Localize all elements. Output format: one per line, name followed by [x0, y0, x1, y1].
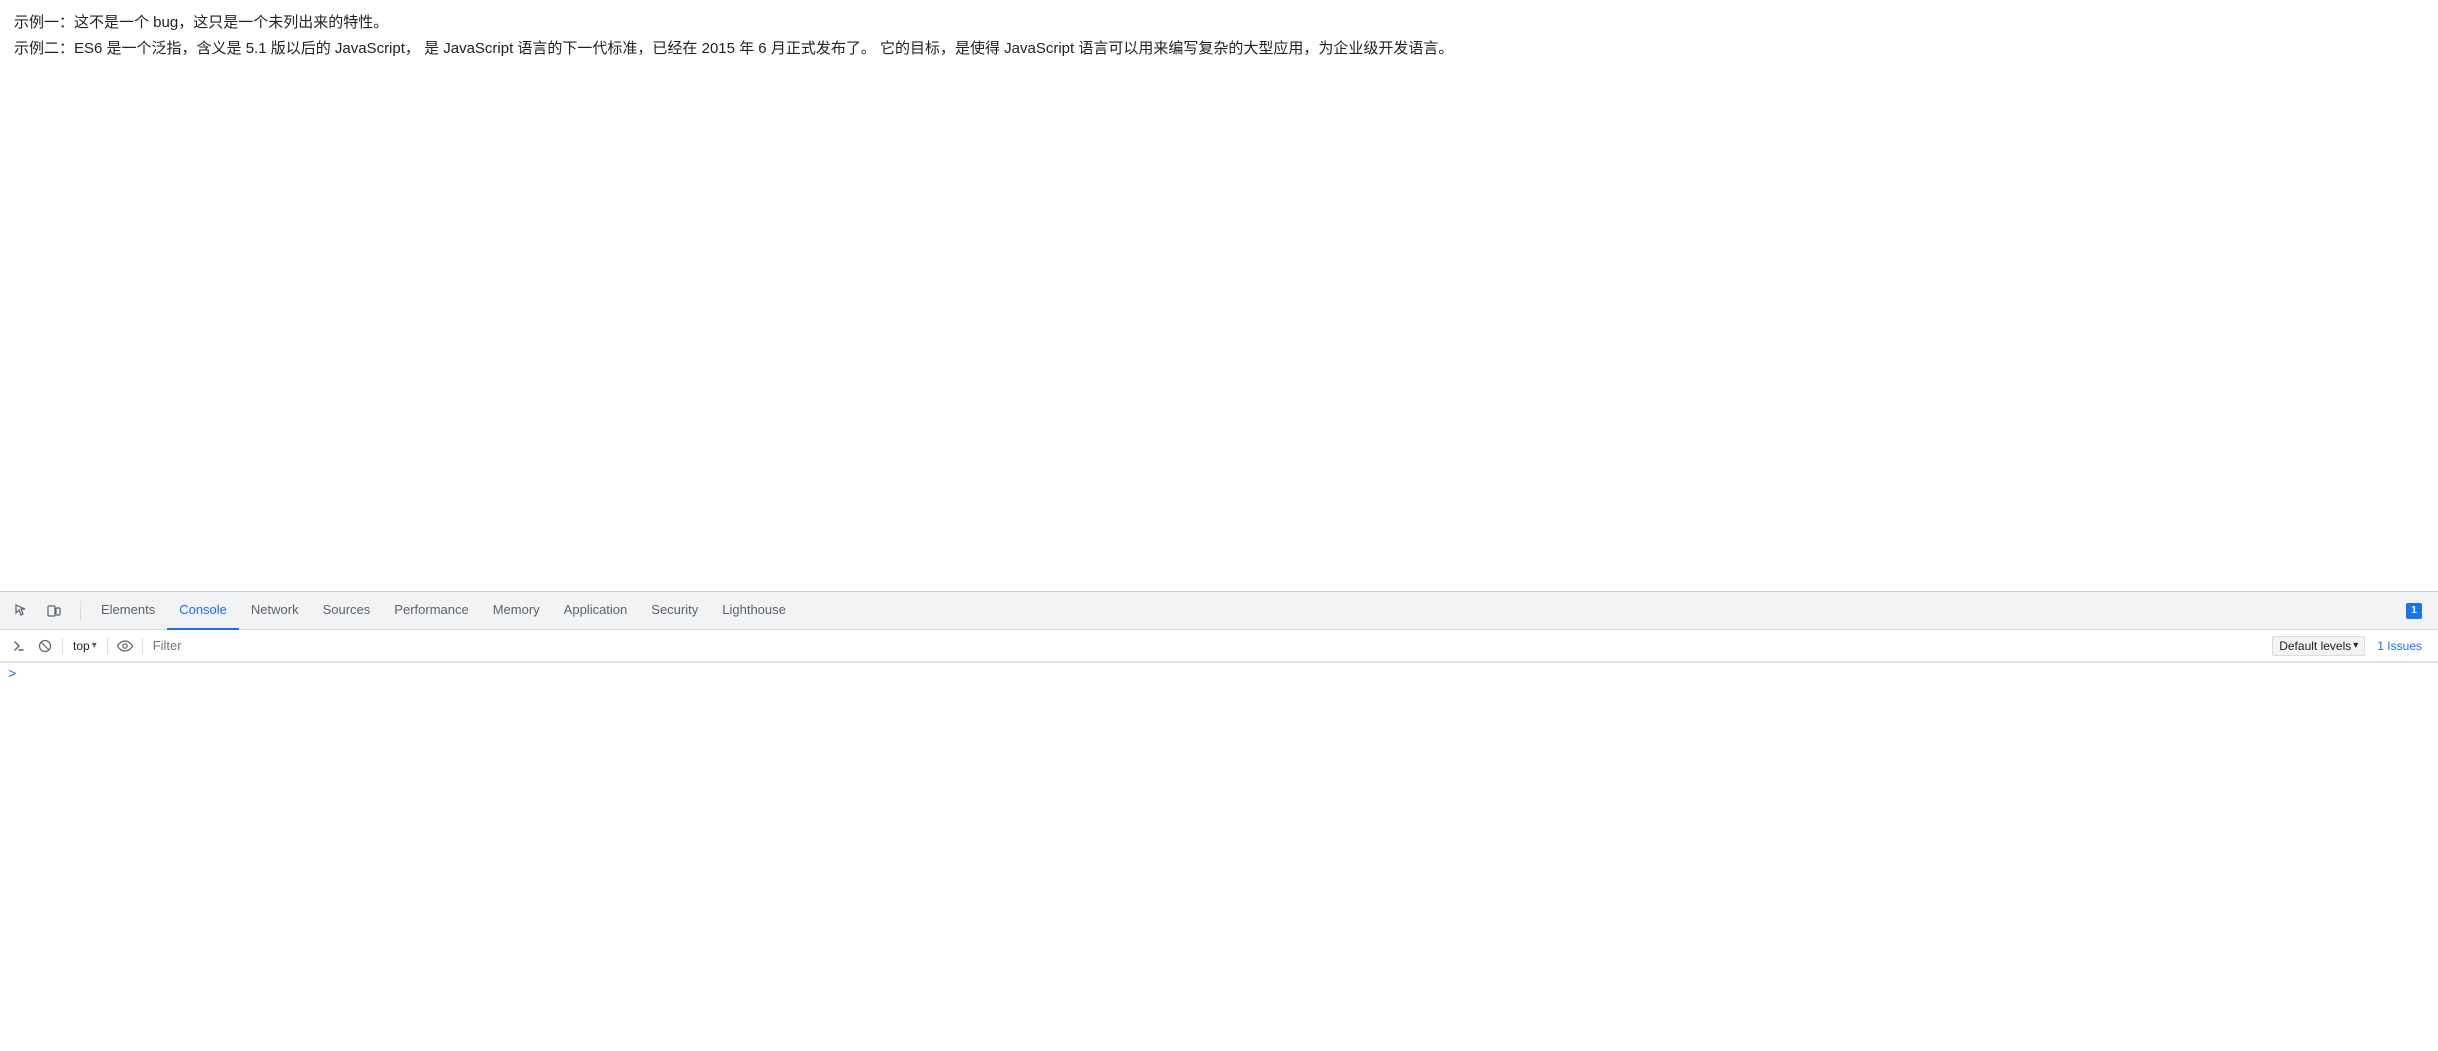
console-prompt-line[interactable]: >: [0, 662, 2438, 687]
default-levels-chevron-icon: ▾: [2353, 640, 2358, 651]
default-levels-label: Default levels: [2279, 639, 2351, 653]
console-toolbar: top ▾ Default levels ▾ 1 Issues: [0, 630, 2438, 662]
toolbar-separator-1: [62, 638, 63, 654]
tab-application[interactable]: Application: [552, 592, 640, 630]
toolbar-separator-3: [142, 638, 143, 654]
tab-memory[interactable]: Memory: [481, 592, 552, 630]
device-toolbar-icon[interactable]: [40, 597, 68, 625]
tab-elements[interactable]: Elements: [89, 592, 167, 630]
prompt-chevron-icon: >: [8, 667, 16, 683]
tab-performance[interactable]: Performance: [382, 592, 480, 630]
console-body: >: [0, 662, 2438, 1051]
execute-script-icon[interactable]: [8, 635, 30, 657]
content-line2: 示例二：ES6 是一个泛指，含义是 5.1 版以后的 JavaScript， 是…: [14, 36, 2424, 62]
clear-console-icon[interactable]: [34, 635, 56, 657]
tab-security[interactable]: Security: [639, 592, 710, 630]
issues-badge[interactable]: 1: [2398, 599, 2430, 623]
tab-network[interactable]: Network: [239, 592, 311, 630]
tab-console[interactable]: Console: [167, 592, 239, 630]
tab-lighthouse[interactable]: Lighthouse: [710, 592, 798, 630]
content-line1: 示例一：这不是一个 bug，这只是一个未列出来的特性。: [14, 10, 2424, 36]
issues-count-label[interactable]: 1 Issues: [2369, 637, 2430, 655]
top-chevron-icon: ▾: [92, 640, 97, 651]
console-filter-input[interactable]: [149, 636, 2265, 655]
top-label: top: [73, 639, 90, 653]
inspect-element-icon[interactable]: [8, 597, 36, 625]
devtools-panel: Elements Console Network Sources Perform…: [0, 591, 2438, 1051]
devtools-tabs-bar: Elements Console Network Sources Perform…: [0, 592, 2438, 630]
top-context-selector[interactable]: top ▾: [69, 637, 101, 655]
default-levels-dropdown[interactable]: Default levels ▾: [2272, 636, 2365, 656]
toolbar-separator-2: [107, 638, 108, 654]
eye-icon[interactable]: [114, 635, 136, 657]
tab-separator-1: [80, 601, 81, 621]
tab-sources[interactable]: Sources: [311, 592, 383, 630]
issues-badge-icon: 1: [2406, 603, 2422, 619]
